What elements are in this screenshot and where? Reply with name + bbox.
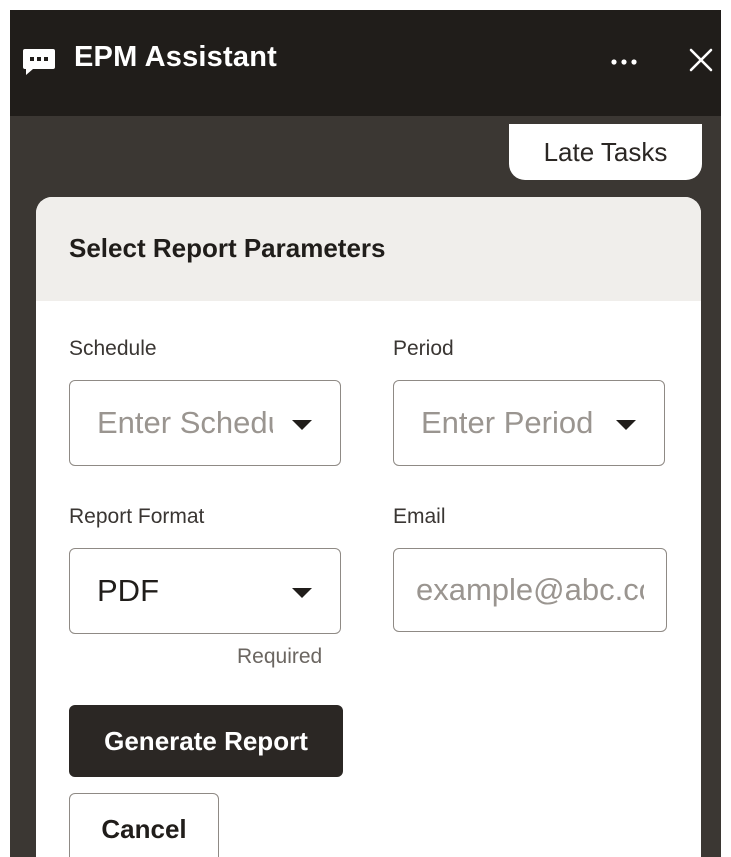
required-hint: Required (237, 645, 323, 668)
cancel-button[interactable]: Cancel (69, 793, 219, 857)
report-format-label: Report Format (69, 505, 205, 528)
generate-report-button[interactable]: Generate Report (69, 705, 343, 777)
chat-bubble-icon (23, 49, 55, 75)
card-title: Select Report Parameters (69, 233, 386, 263)
assistant-panel: EPM Assistant Late Tasks Select Report P… (10, 10, 721, 857)
chevron-down-icon (292, 588, 312, 598)
panel-header: EPM Assistant (10, 10, 721, 116)
more-options-icon[interactable] (602, 48, 646, 76)
report-parameters-card: Select Report Parameters Schedule Enter … (36, 197, 701, 857)
email-field-wrapper (393, 548, 667, 632)
schedule-label: Schedule (69, 337, 157, 360)
panel-title: EPM Assistant (74, 41, 277, 73)
email-label: Email (393, 505, 446, 528)
card-header: Select Report Parameters (36, 197, 701, 301)
report-format-select[interactable]: PDF (69, 548, 341, 634)
period-label: Period (393, 337, 454, 360)
late-tasks-button[interactable]: Late Tasks (509, 124, 702, 180)
period-placeholder: Enter Period (421, 405, 594, 440)
period-select[interactable]: Enter Period (393, 380, 665, 466)
email-field[interactable] (416, 567, 644, 613)
report-format-value: PDF (97, 573, 159, 608)
close-icon[interactable] (685, 44, 717, 76)
chevron-down-icon (616, 420, 636, 430)
chevron-down-icon (292, 420, 312, 430)
schedule-select[interactable]: Enter Schedule (69, 380, 341, 466)
schedule-placeholder: Enter Schedule (97, 405, 273, 440)
